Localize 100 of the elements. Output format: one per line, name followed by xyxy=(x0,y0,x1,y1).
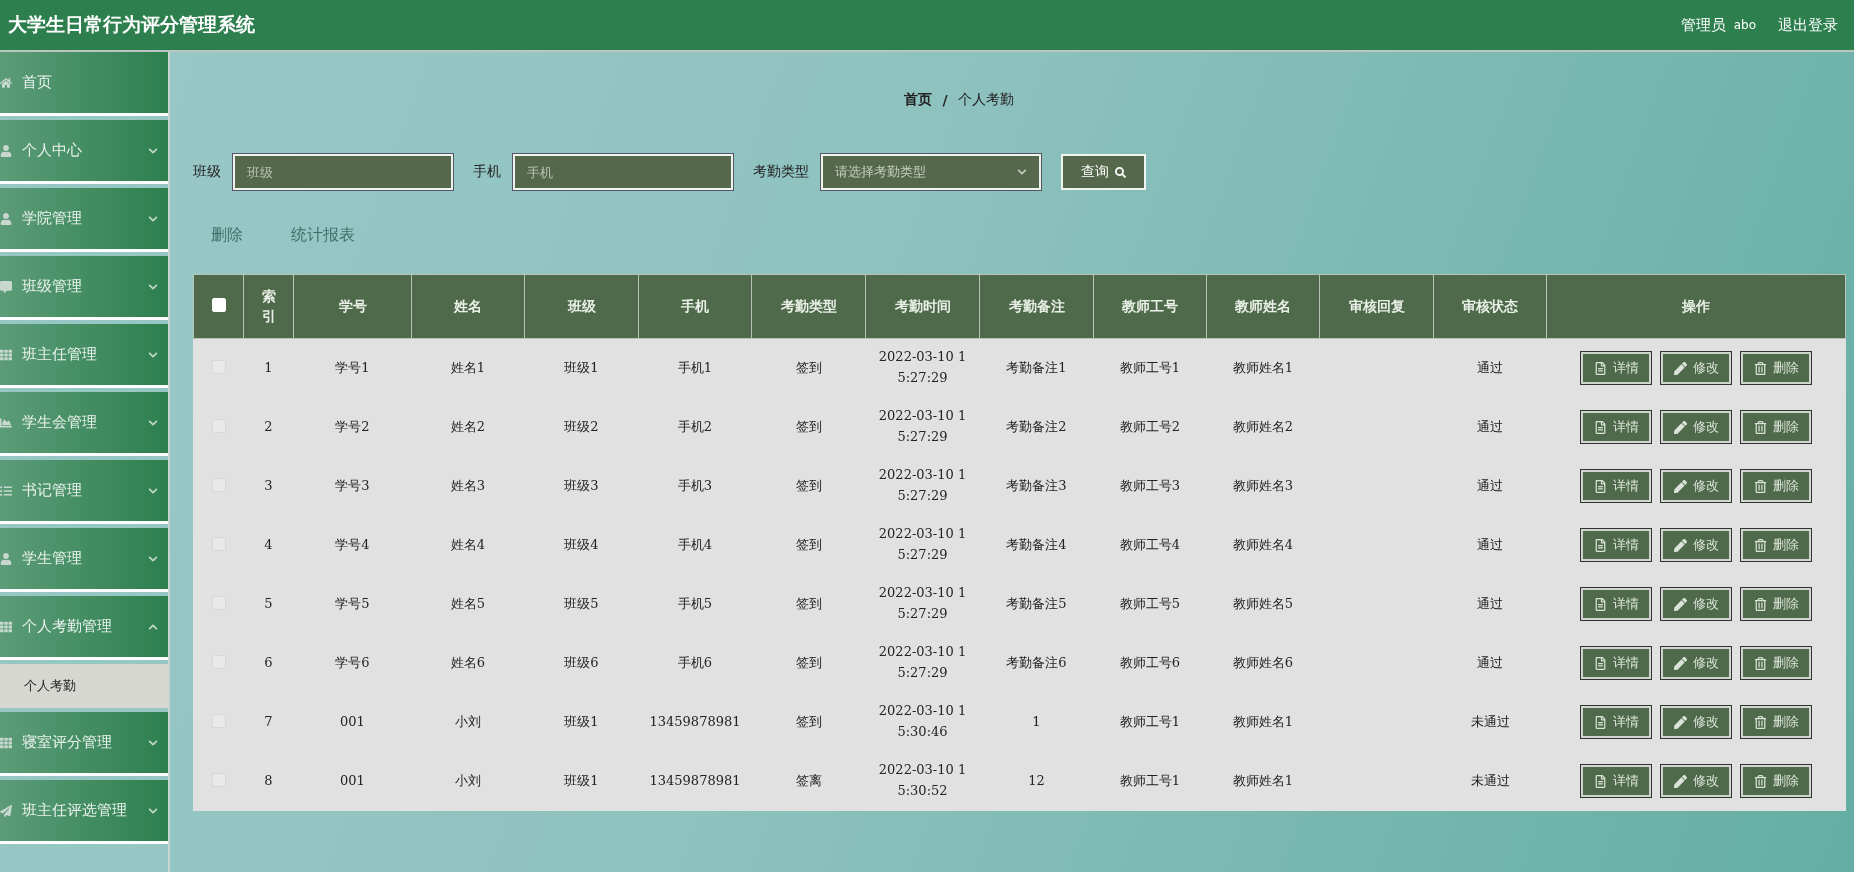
table-cell-text: 姓名6 xyxy=(450,653,486,672)
table-cell-text: 姓名2 xyxy=(450,417,486,436)
table-cell-text: 通过 xyxy=(1477,358,1503,377)
select-all-checkbox[interactable] xyxy=(211,298,226,312)
search-field[interactable]: 班级 xyxy=(235,156,451,188)
table-cell-text: 姓名5 xyxy=(450,594,486,613)
sidebar-item[interactable]: 个人中心 xyxy=(0,120,168,184)
table-cell-text: 1 xyxy=(1032,712,1041,731)
sidebar-item[interactable]: 书记管理 xyxy=(0,460,168,524)
edit-button[interactable]: 修改 xyxy=(1661,706,1731,738)
table-cell-text: 姓名3 xyxy=(450,476,486,495)
table-cell-text: 2022-03-10 15:27:29 xyxy=(877,584,968,623)
delete-button[interactable]: 删除 xyxy=(1741,706,1811,738)
chevron-icon xyxy=(148,145,158,156)
table-cell-text: 签到 xyxy=(795,653,822,672)
table-cell-text: 手机5 xyxy=(677,594,713,613)
table-cell-text: 教师姓名5 xyxy=(1232,594,1294,613)
table-cell-text: 手机6 xyxy=(677,653,713,672)
user-icon xyxy=(0,212,12,225)
delete-button[interactable]: 删除 xyxy=(1741,588,1811,620)
table-cell-text: 班级4 xyxy=(564,535,599,554)
table-cell-text: 教师工号5 xyxy=(1119,594,1181,613)
field-label: 班级 xyxy=(193,163,221,181)
sidebar-item[interactable]: 学院管理 xyxy=(0,188,168,252)
detail-button[interactable]: 详情 xyxy=(1581,647,1651,679)
user-icon xyxy=(0,144,12,157)
sidebar-item[interactable]: 学生管理 xyxy=(0,528,168,592)
app-title: 大学生日常行为评分管理系统 xyxy=(8,12,255,37)
column-header: 班级 xyxy=(524,274,639,339)
sidebar-item[interactable]: 学生会管理 xyxy=(0,392,168,456)
sidebar-item[interactable]: 班级管理 xyxy=(0,256,168,320)
user-icon xyxy=(0,552,12,565)
detail-button[interactable]: 详情 xyxy=(1581,765,1651,797)
breadcrumb-item[interactable]: 首页 xyxy=(904,91,933,109)
table-cell-text: 手机3 xyxy=(677,476,713,495)
detail-button[interactable]: 详情 xyxy=(1581,411,1651,443)
edit-button[interactable]: 修改 xyxy=(1661,588,1731,620)
detail-button[interactable]: 详情 xyxy=(1581,706,1651,738)
delete-button[interactable]: 删除 xyxy=(1741,647,1811,679)
table-cell-text: 考勤备注5 xyxy=(1006,594,1067,613)
trash-icon xyxy=(1753,597,1767,611)
table-cell-text: 考勤备注3 xyxy=(1006,476,1067,495)
trash-icon xyxy=(1753,420,1767,434)
table-cell-text: 1 xyxy=(264,358,273,377)
sidebar-subitem[interactable]: 个人考勤 xyxy=(0,664,168,708)
sidebar-item[interactable]: 班主任管理 xyxy=(0,324,168,388)
table-cell-text: 学号6 xyxy=(335,653,370,672)
pencil-icon xyxy=(1673,420,1687,434)
chart-icon xyxy=(0,416,12,429)
sidebar-item[interactable]: 寝室评分管理 xyxy=(0,712,168,776)
table-cell-text: 5 xyxy=(264,594,273,613)
logout-link[interactable]: 退出登录 xyxy=(1778,15,1838,35)
delete-button[interactable]: 删除 xyxy=(1741,470,1811,502)
sidebar-item[interactable]: 班主任评选管理 xyxy=(0,780,168,844)
table-cell-text: 学号5 xyxy=(335,594,370,613)
query-button[interactable]: 查询 xyxy=(1061,154,1146,190)
chat-icon xyxy=(0,280,12,293)
detail-button[interactable]: 详情 xyxy=(1581,529,1651,561)
edit-button[interactable]: 修改 xyxy=(1661,352,1731,385)
table-cell-text: 2022-03-10 15:27:29 xyxy=(877,407,968,446)
trash-icon xyxy=(1753,538,1767,552)
table-cell-text: 教师姓名1 xyxy=(1232,771,1294,790)
table-cell-text: 未通过 xyxy=(1470,712,1510,731)
table-cell-text: 7 xyxy=(264,712,273,731)
column-header: 操作 xyxy=(1546,274,1846,339)
edit-button[interactable]: 修改 xyxy=(1661,529,1731,561)
table-cell-text: 签到 xyxy=(795,476,822,495)
trash-icon xyxy=(1753,361,1767,375)
search-field[interactable]: 手机 xyxy=(515,156,731,188)
field-label: 手机 xyxy=(473,163,501,181)
table-cell-text: 6 xyxy=(264,653,273,672)
grid-icon xyxy=(0,736,12,749)
edit-button[interactable]: 修改 xyxy=(1661,765,1731,797)
detail-button[interactable]: 详情 xyxy=(1581,588,1651,620)
username: abo xyxy=(1733,18,1756,32)
chevron-icon xyxy=(148,349,158,360)
type-select[interactable]: 请选择考勤类型 xyxy=(821,154,1041,190)
document-icon xyxy=(1593,656,1607,670)
delete-button[interactable]: 删除 xyxy=(1741,529,1811,561)
detail-button[interactable]: 详情 xyxy=(1581,352,1651,385)
trash-icon xyxy=(1753,715,1767,729)
table-cell-text: 通过 xyxy=(1477,476,1503,495)
table-cell-text: 001 xyxy=(340,712,365,731)
detail-button[interactable]: 详情 xyxy=(1581,470,1651,502)
table-cell-text: 2022-03-10 15:27:29 xyxy=(877,525,968,564)
table-cell-text: 学号1 xyxy=(335,358,370,377)
table-cell-text: 手机4 xyxy=(677,535,713,554)
table-cell-text: 教师姓名1 xyxy=(1232,712,1294,731)
edit-button[interactable]: 修改 xyxy=(1661,647,1731,679)
column-header: 索引 xyxy=(243,274,294,339)
document-icon xyxy=(1593,597,1607,611)
column-header: 手机 xyxy=(638,274,752,339)
delete-button[interactable]: 删除 xyxy=(1741,411,1811,443)
sidebar-item[interactable]: 个人考勤管理 xyxy=(0,596,168,660)
sidebar-item[interactable]: 首页 xyxy=(0,52,168,116)
delete-button[interactable]: 删除 xyxy=(1741,765,1811,797)
edit-button[interactable]: 修改 xyxy=(1661,411,1731,443)
delete-button[interactable]: 删除 xyxy=(1741,352,1811,385)
edit-button[interactable]: 修改 xyxy=(1661,470,1731,502)
paper-plane-icon xyxy=(0,804,12,817)
